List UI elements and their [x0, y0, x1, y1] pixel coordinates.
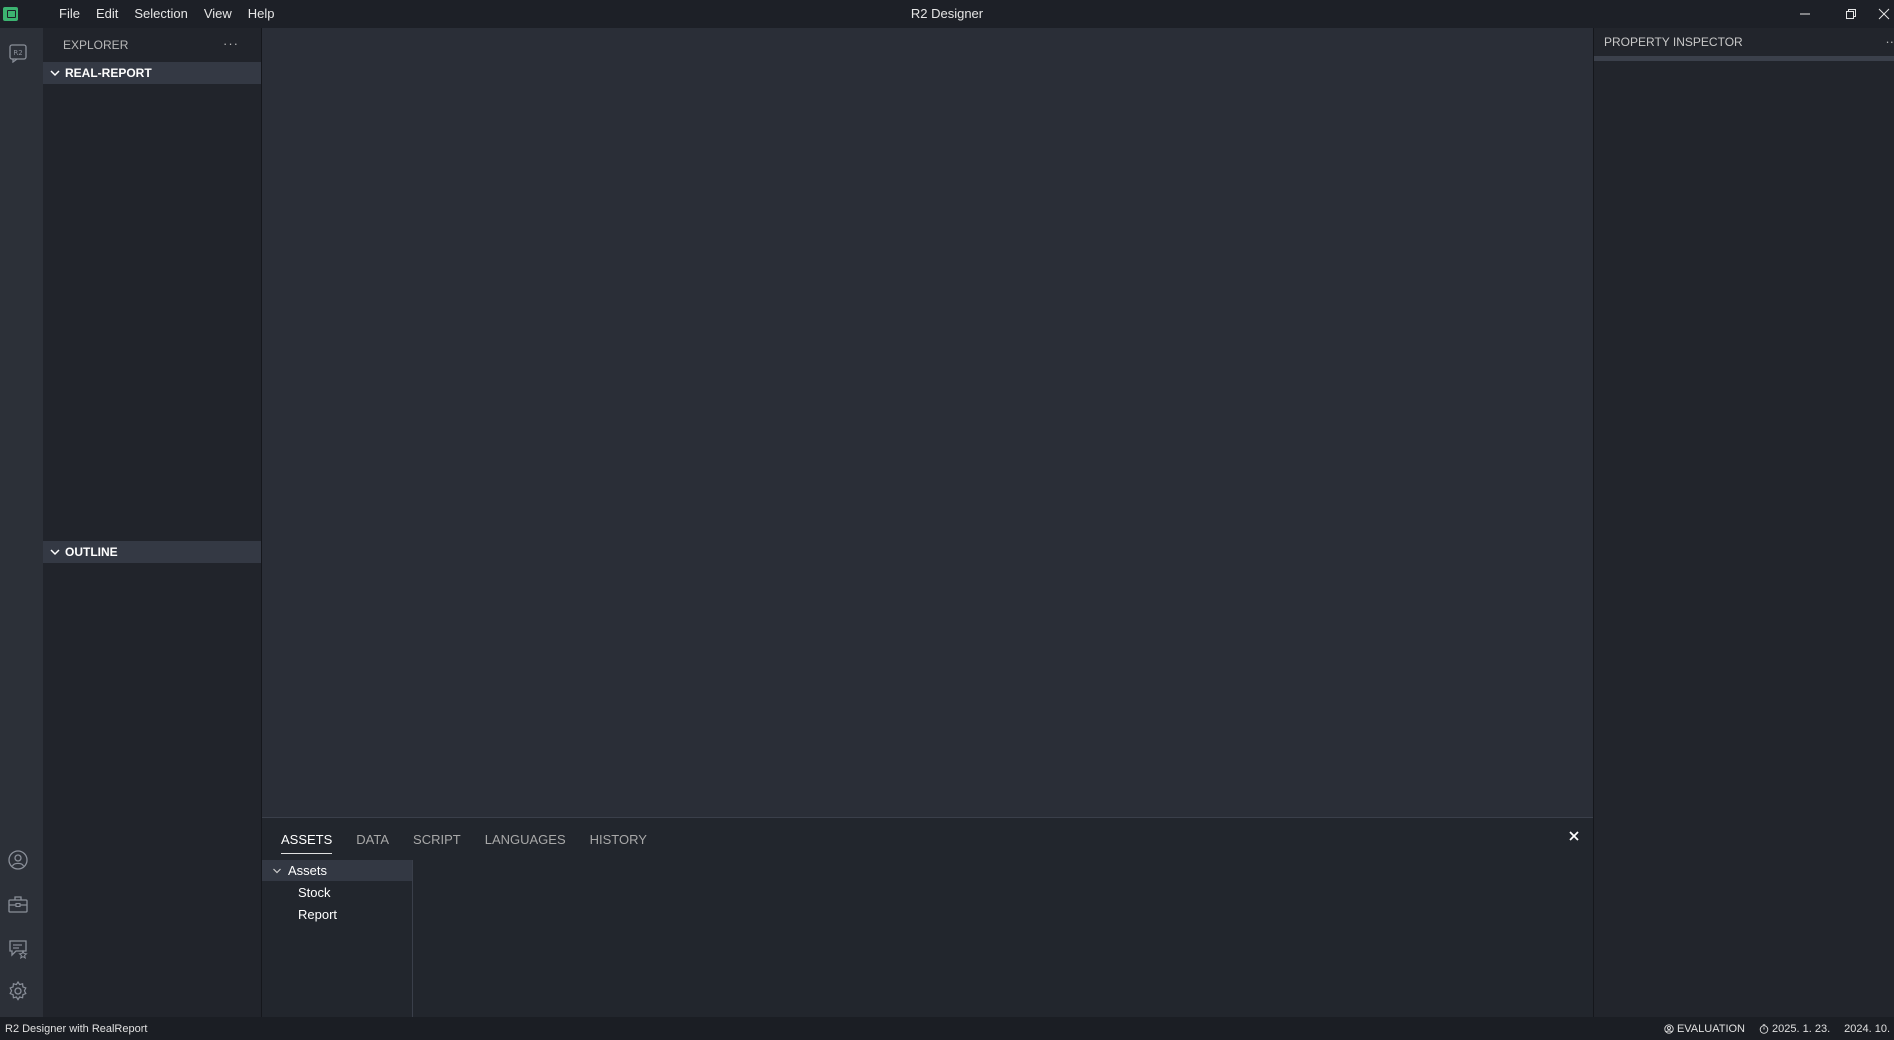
menu-selection[interactable]: Selection	[126, 0, 195, 28]
chevron-down-icon	[50, 70, 60, 77]
chevron-down-icon	[273, 868, 281, 873]
section-outline[interactable]: OUTLINE	[43, 541, 261, 563]
settings-icon[interactable]	[7, 980, 29, 1002]
restore-button[interactable]	[1828, 0, 1874, 28]
status-evaluation-label: EVALUATION	[1676, 1022, 1746, 1035]
menu-help[interactable]: Help	[240, 0, 283, 28]
status-bar: R2 Designer with RealReport EVALUATION 2…	[0, 1017, 1894, 1040]
feedback-icon[interactable]	[7, 937, 29, 959]
window-title: R2 Designer	[910, 6, 984, 21]
panel-close-button[interactable]	[1567, 829, 1581, 843]
explorer-header: EXPLORER ···	[43, 28, 261, 62]
window-controls	[1782, 0, 1894, 28]
menu-file[interactable]: File	[51, 0, 88, 28]
section-real-report-label: REAL-REPORT	[65, 66, 152, 80]
inspector-more-button[interactable]: ··	[1885, 34, 1894, 49]
minimize-icon	[1800, 13, 1810, 15]
menu-edit[interactable]: Edit	[88, 0, 126, 28]
real-report-content	[43, 84, 261, 541]
explorer-more-button[interactable]: ···	[223, 36, 239, 51]
close-icon	[1569, 831, 1579, 841]
status-evaluation[interactable]: EVALUATION	[1664, 1023, 1745, 1035]
status-right: EVALUATION 2025. 1. 23. 2024. 10.	[1664, 1017, 1894, 1040]
tab-script[interactable]: SCRIPT	[413, 832, 461, 854]
toolbox-icon[interactable]	[7, 893, 29, 915]
restore-icon	[1846, 9, 1856, 19]
activity-bar: R2	[0, 28, 43, 1017]
account-icon[interactable]	[7, 849, 29, 871]
status-app-info: R2 Designer with RealReport	[5, 1022, 148, 1035]
property-inspector: PROPERTY INSPECTOR ··	[1593, 28, 1894, 1017]
tab-history[interactable]: HISTORY	[590, 832, 647, 854]
status-date2: 2024. 10.	[1844, 1022, 1890, 1035]
tab-data[interactable]: DATA	[356, 832, 389, 854]
close-window-button[interactable]	[1874, 0, 1894, 28]
section-outline-label: OUTLINE	[65, 545, 118, 559]
explorer-sidebar: EXPLORER ··· REAL-REPORT OUTLINE	[43, 28, 262, 1017]
status-date1: 2025. 1. 23.	[1772, 1022, 1831, 1035]
tree-root-assets[interactable]: Assets	[262, 860, 412, 881]
title-bar: File Edit Selection View Help R2 Designe…	[0, 0, 1894, 28]
explorer-title: EXPLORER	[63, 38, 129, 52]
app-logo-icon	[0, 0, 44, 28]
inspector-header: PROPERTY INSPECTOR ··	[1594, 28, 1894, 56]
assets-tree: Assets Stock Report	[262, 860, 413, 1018]
tree-item-stock[interactable]: Stock	[262, 881, 412, 903]
r2-report-icon[interactable]: R2	[7, 41, 29, 63]
tab-assets[interactable]: ASSETS	[281, 832, 333, 854]
chevron-down-icon	[50, 549, 60, 556]
inspector-toolbar	[1594, 56, 1894, 61]
editor-area[interactable]	[262, 28, 1593, 817]
tree-item-report[interactable]: Report	[262, 903, 412, 925]
menu-bar: File Edit Selection View Help	[51, 0, 283, 28]
close-icon	[1878, 8, 1890, 20]
account-icon	[1664, 1023, 1674, 1034]
inspector-title: PROPERTY INSPECTOR	[1604, 35, 1743, 49]
section-real-report[interactable]: REAL-REPORT	[43, 62, 261, 84]
bottom-panel: ASSETS DATA SCRIPT LANGUAGES HISTORY Ass…	[262, 817, 1593, 1018]
svg-text:R2: R2	[13, 49, 22, 57]
tab-languages[interactable]: LANGUAGES	[485, 832, 566, 854]
minimize-button[interactable]	[1782, 0, 1828, 28]
menu-view[interactable]: View	[196, 0, 240, 28]
clock-icon	[1759, 1023, 1769, 1034]
status-date: 2025. 1. 23.	[1759, 1023, 1830, 1035]
tree-root-label: Assets	[288, 863, 328, 878]
panel-tabs: ASSETS DATA SCRIPT LANGUAGES HISTORY	[262, 818, 1593, 854]
